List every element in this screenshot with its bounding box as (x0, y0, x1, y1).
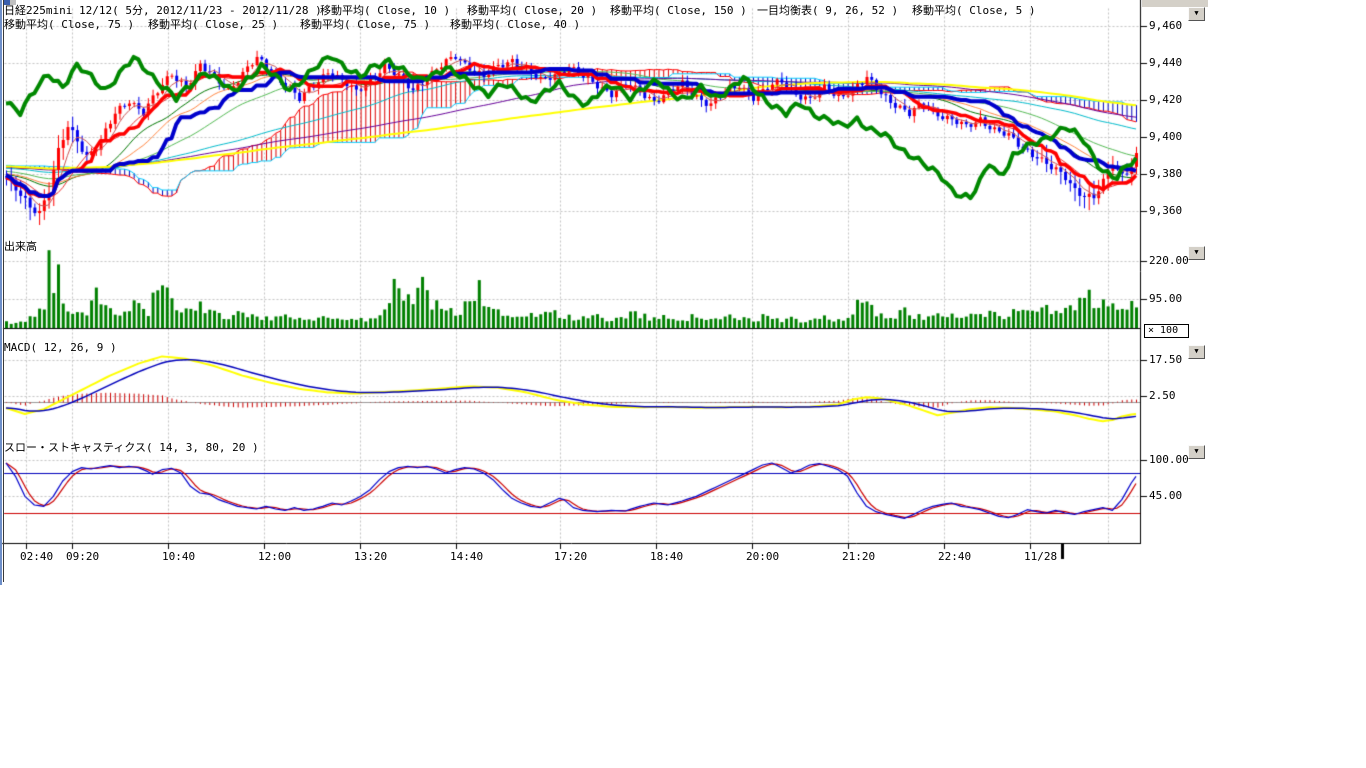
legend-ma-close-75a: 移動平均( Close, 75 ) (4, 16, 134, 32)
macd-axis-label: 17.50 (1149, 354, 1182, 365)
time-axis-label: 13:20 (354, 551, 387, 562)
time-axis-label: 17:20 (554, 551, 587, 562)
time-axis-label: 18:40 (650, 551, 683, 562)
price-scale-dropdown-button[interactable]: ▼ (1188, 7, 1205, 21)
chart-application: 日経225mini 12/12( 5分, 2012/11/23 - 2012/1… (0, 0, 1366, 768)
time-axis-label: 10:40 (162, 551, 195, 562)
chart-left-edge (3, 0, 4, 582)
legend-ma-close-5: 移動平均( Close, 5 ) (912, 2, 1035, 18)
price-axis-label: 9,400 (1149, 131, 1182, 142)
stoch-axis-label: 100.00 (1149, 454, 1189, 465)
time-axis-label: 20:00 (746, 551, 779, 562)
stoch-axis-label: 45.00 (1149, 490, 1182, 501)
window-left-border (0, 0, 2, 585)
stoch-scale-dropdown-button[interactable]: ▼ (1188, 445, 1205, 459)
time-axis-label: 12:00 (258, 551, 291, 562)
macd-panel-title: MACD( 12, 26, 9 ) (4, 342, 117, 354)
legend-ma-close-40: 移動平均( Close, 40 ) (450, 16, 580, 32)
legend-ichimoku: 一目均衡表( 9, 26, 52 ) (757, 2, 898, 18)
time-axis-label: 22:40 (938, 551, 971, 562)
time-axis-label: 02:40 (20, 551, 53, 562)
stoch-panel-title: スロー・ストキャスティクス( 14, 3, 80, 20 ) (4, 442, 259, 454)
volume-axis-label: 95.00 (1149, 293, 1182, 304)
time-axis-label: 21:20 (842, 551, 875, 562)
legend-ma-close-25: 移動平均( Close, 25 ) (148, 16, 278, 32)
price-axis-label: 9,440 (1149, 57, 1182, 68)
price-chart-canvas[interactable] (0, 0, 1366, 768)
legend-ma-close-150: 移動平均( Close, 150 ) (610, 2, 747, 18)
macd-scale-dropdown-button[interactable]: ▼ (1188, 345, 1205, 359)
price-axis-label: 9,360 (1149, 205, 1182, 216)
legend-ma-close-75b: 移動平均( Close, 75 ) (300, 16, 430, 32)
price-axis-label: 9,420 (1149, 94, 1182, 105)
time-axis-label: 11/28 (1024, 551, 1057, 562)
macd-axis-label: 2.50 (1149, 390, 1176, 401)
volume-axis-label: 220.00 (1149, 255, 1189, 266)
volume-multiplier-badge: × 100 (1144, 324, 1189, 338)
volume-scale-dropdown-button[interactable]: ▼ (1188, 246, 1205, 260)
time-axis-label: 14:40 (450, 551, 483, 562)
volume-panel-title: 出来高 (4, 241, 37, 253)
price-axis-label: 9,380 (1149, 168, 1182, 179)
time-axis-label: 09:20 (66, 551, 99, 562)
scale-column-top-strip (1142, 0, 1208, 7)
price-axis-label: 9,460 (1149, 20, 1182, 31)
